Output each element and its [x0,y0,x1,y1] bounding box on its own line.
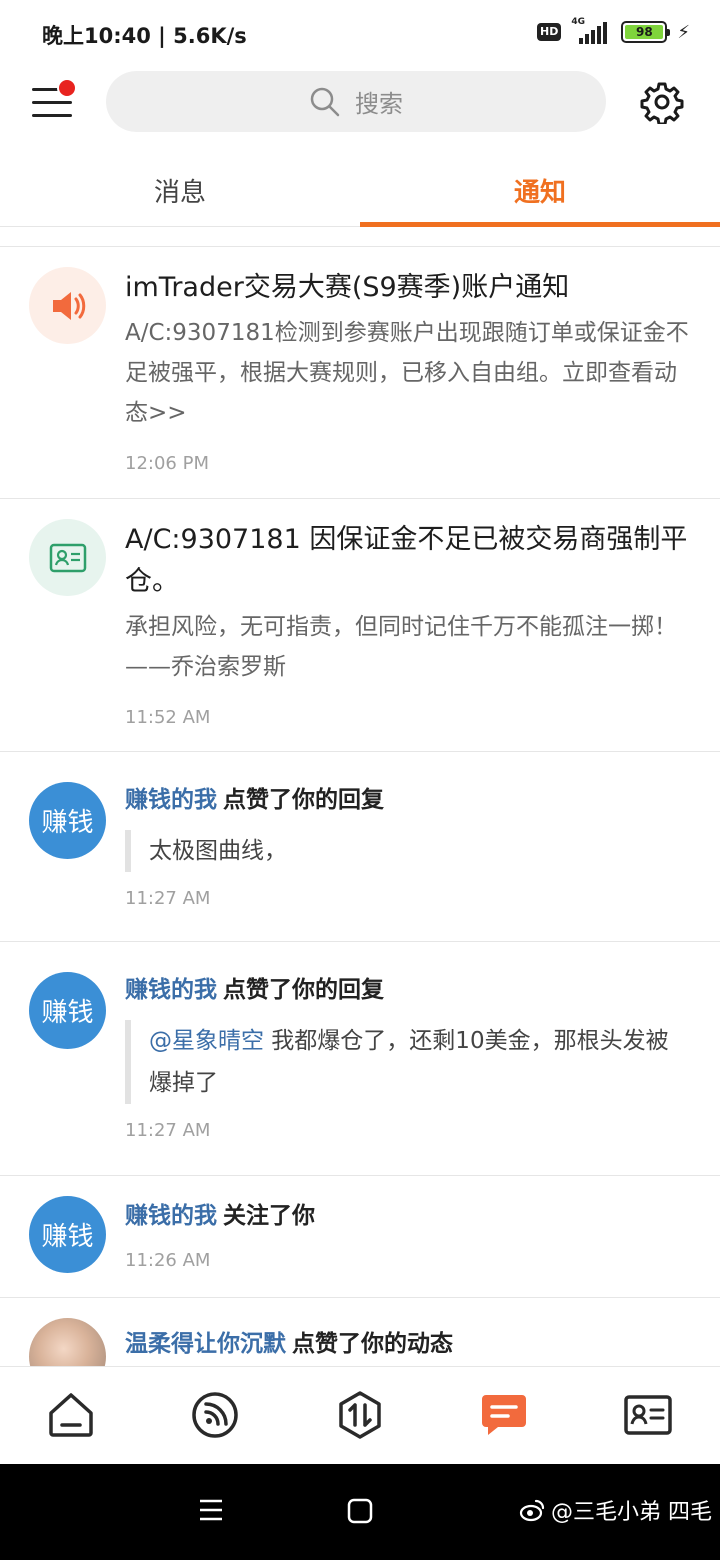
notification-list: imTrader交易大赛(S9赛季)账户通知 A/C:9307181检测到参赛账… [0,246,720,1366]
status-bar: 晚上10:40 | 5.6K/s HD 4G 98 ⚡ [0,0,720,66]
signal-icon: 4G [571,17,611,44]
list-item[interactable]: imTrader交易大赛(S9赛季)账户通知 A/C:9307181检测到参赛账… [0,247,720,499]
status-icons: HD 4G 98 ⚡ [537,17,690,44]
watermark-text: @三毛小弟 四毛 [551,1500,712,1525]
actor-name[interactable]: 赚钱的我 [125,977,217,1003]
battery-level: 98 [625,25,664,39]
home-icon[interactable] [45,1389,97,1441]
action-text: 点赞了你的动态 [292,1331,453,1357]
tab-notifications[interactable]: 通知 [360,150,720,227]
actor-name[interactable]: 温柔得让你沉默 [125,1331,286,1357]
notification-body: A/C:9307181检测到参赛账户出现跟随订单或保证金不足被强平，根据大赛规则… [125,320,689,426]
mention-link[interactable]: @星象晴空 [149,1028,264,1054]
search-icon [310,87,340,116]
notification-title: A/C:9307181 因保证金不足已被交易商强制平仓。 [125,524,688,597]
notification-time: 12:06 PM [125,453,209,474]
list-item[interactable]: A/C:9307181 因保证金不足已被交易商强制平仓。 承担风险，无可指责，但… [0,499,720,752]
avatar[interactable] [29,1318,106,1366]
speaker-icon [29,267,106,344]
quoted-reply: @星象晴空 我都爆仓了，还剩10美金，那根头发被爆掉了 [125,1020,690,1104]
actor-name[interactable]: 赚钱的我 [125,787,217,813]
hd-icon: HD [537,23,562,41]
menu-button[interactable] [32,78,77,122]
system-navigation-bar: @三毛小弟 四毛 [0,1464,720,1560]
battery-icon: 98 [621,21,671,43]
search-input[interactable]: 搜索 [106,71,606,132]
notification-time: 11:52 AM [125,707,211,728]
notification-time: 11:26 AM [125,1250,211,1271]
list-item[interactable]: 温柔得让你沉默 点赞了你的动态 [0,1298,720,1366]
notification-dot [57,78,77,98]
list-item[interactable]: 赚钱 赚钱的我 关注了你 11:26 AM [0,1176,720,1298]
action-text: 关注了你 [223,1203,315,1229]
gear-icon[interactable] [640,80,684,124]
avatar[interactable]: 赚钱 [29,972,106,1049]
message-icon[interactable] [478,1389,530,1441]
list-item[interactable]: 赚钱 赚钱的我 点赞了你的回复 太极图曲线， 11:27 AM [0,752,720,942]
quoted-reply: 太极图曲线， [125,830,690,872]
notification-body: 承担风险，无可指责，但同时记住千万不能孤注一掷！——乔治索罗斯 [125,614,677,680]
trade-icon[interactable] [334,1389,386,1441]
weibo-logo-icon [519,1499,545,1522]
active-tab-indicator [360,222,720,227]
action-text: 点赞了你的回复 [223,977,384,1003]
watermark: @三毛小弟 四毛 [519,1494,712,1526]
id-card-icon [29,519,106,596]
notification-time: 11:27 AM [125,888,211,909]
list-item[interactable]: 赚钱 赚钱的我 点赞了你的回复 @星象晴空 我都爆仓了，还剩10美金，那根头发被爆… [0,942,720,1176]
action-text: 点赞了你的回复 [223,787,384,813]
notification-time: 11:27 AM [125,1120,211,1141]
feed-icon[interactable] [189,1389,241,1441]
home-button-icon[interactable] [347,1498,373,1524]
bottom-nav [0,1366,720,1464]
avatar[interactable]: 赚钱 [29,1196,106,1273]
actor-name[interactable]: 赚钱的我 [125,1203,217,1229]
profile-card-icon[interactable] [622,1389,674,1441]
header: 搜索 [0,66,720,138]
quote-text: 太极图曲线， [149,838,287,864]
status-time-speed: 晚上10:40 | 5.6K/s [42,24,247,48]
charging-icon: ⚡ [677,21,690,43]
recents-icon[interactable] [198,1498,224,1522]
tab-messages[interactable]: 消息 [0,150,360,227]
notification-title: imTrader交易大赛(S9赛季)账户通知 [125,272,570,303]
tab-bar: 消息 通知 [0,150,720,227]
avatar[interactable]: 赚钱 [29,782,106,859]
search-placeholder: 搜索 [355,90,403,118]
